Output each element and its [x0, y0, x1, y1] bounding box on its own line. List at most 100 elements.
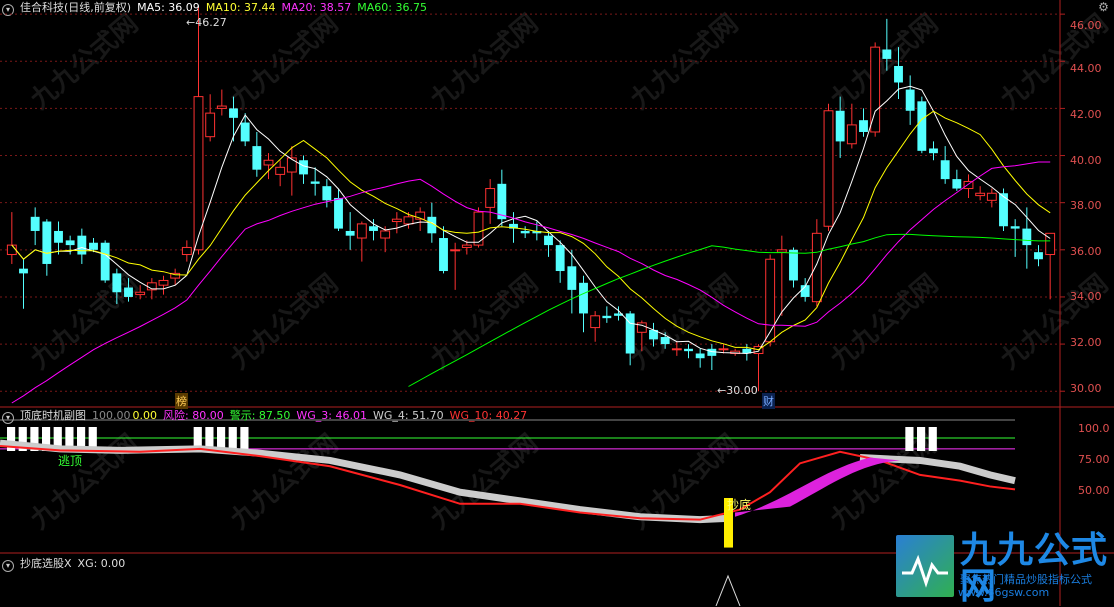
candle-body: [823, 110, 834, 227]
y-tick-30: 30.00: [1070, 382, 1102, 395]
warn-readout: 警示: 87.50: [229, 409, 291, 422]
candle-body: [263, 159, 274, 166]
candle-body: [240, 122, 250, 142]
candle-body: [112, 273, 122, 293]
chevron-down-icon[interactable]: ▾: [2, 560, 14, 572]
third-title: 抄底选股X: [20, 557, 72, 570]
candle-body: [695, 353, 705, 359]
candle-body: [42, 221, 52, 264]
xg-readout: XG: 0.00: [77, 557, 126, 570]
candle-body: [369, 226, 378, 231]
price-chart[interactable]: 九九公式网 九九公式网 九九公式网 九九公式网 九九公式网 九九公式网九九公式网 九九公式网…: [0, 0, 1114, 606]
candle-body: [579, 282, 588, 314]
candle-body: [275, 166, 286, 175]
watermark-text: 九九公式网: [824, 269, 944, 376]
y-tick-42: 42.00: [1070, 108, 1102, 121]
logo-subtitle: 聚焦热门精品炒股指标公式: [960, 573, 1092, 586]
candle-body: [356, 223, 367, 239]
list-tag-badge[interactable]: 榜: [175, 393, 188, 409]
sub-y-tick-100: 100.0: [1078, 422, 1110, 435]
watermark-text: 九九公式网: [424, 9, 544, 116]
candle-body: [660, 337, 670, 345]
candle-body: [811, 232, 822, 303]
candle-body: [252, 146, 262, 170]
low-price-note: ←30.00: [717, 384, 758, 397]
top-signal-bar: [917, 427, 926, 451]
candle-body: [882, 49, 892, 59]
top-signal-bar: [240, 427, 249, 451]
sub-y-tick-50: 50.00: [1078, 484, 1110, 497]
watermark-text: 九九公式网: [224, 9, 344, 116]
candle-body: [380, 230, 391, 239]
y-tick-36: 36.00: [1070, 245, 1102, 258]
candle-body: [986, 192, 997, 201]
candle-body: [718, 348, 729, 351]
candle-body: [77, 235, 87, 255]
candle-body: [859, 120, 868, 132]
candle-body: [310, 181, 320, 184]
wg3-readout: WG_3: 46.01: [296, 409, 367, 422]
candle-body: [975, 192, 986, 197]
candle-body: [124, 287, 133, 297]
candle-body: [89, 242, 98, 250]
logo-mark-icon: [896, 535, 954, 597]
bottom-buy-label: 抄底: [727, 498, 752, 512]
candle-body: [334, 197, 343, 229]
watermark-text: 九九公式网: [24, 9, 144, 116]
candle-body: [391, 218, 402, 223]
third-panel-header: ▾ 抄底选股X XG: 0.00: [0, 556, 131, 572]
logo-url: www.66gsw.com: [958, 586, 1050, 599]
escape-top-label: 逃顶: [58, 454, 83, 468]
candle-body: [917, 101, 927, 151]
candle-body: [520, 230, 530, 234]
candle-body: [555, 245, 565, 272]
signal-arrow-icon: [715, 574, 741, 606]
candle-body: [1022, 228, 1032, 246]
candle-body: [54, 230, 63, 243]
candle-body: [439, 238, 448, 272]
candle-body: [776, 249, 787, 253]
candle-body: [229, 108, 238, 118]
candle-body: [181, 246, 192, 256]
candle-body: [567, 266, 577, 290]
candle-body: [590, 315, 601, 329]
y-tick-46: 46.00: [1070, 19, 1102, 32]
candle-body: [765, 258, 776, 343]
sub-panel-header: ▾ 顶底时机副图 100.00 0.00 风险: 80.00 警示: 87.50 WG_3:…: [0, 408, 533, 424]
watermark-text: 九九公式网: [624, 9, 744, 116]
candle-body: [835, 110, 845, 142]
candle-body: [286, 157, 297, 173]
chevron-down-icon[interactable]: ▾: [2, 412, 14, 424]
candle-body: [544, 235, 553, 246]
y-tick-32: 32.00: [1070, 336, 1102, 349]
top-signal-bar: [928, 427, 937, 451]
top-signal-bar: [228, 427, 237, 451]
candle-body: [19, 268, 28, 274]
candle-body: [299, 160, 308, 175]
candle-body: [789, 249, 798, 281]
watermark-text: 九九公式网: [424, 429, 544, 536]
candle-body: [158, 279, 169, 286]
finance-tag-badge[interactable]: 财: [762, 393, 775, 409]
candle-body: [135, 291, 146, 296]
sub-v1: 100.00: [92, 409, 131, 422]
candle-body: [65, 240, 75, 246]
watermark-text: 九九公式网: [824, 429, 944, 536]
candle-body: [1034, 252, 1043, 260]
candle-body: [461, 244, 472, 248]
high-price-note: ←46.27: [186, 16, 227, 29]
candle-body: [952, 179, 962, 189]
candle-body: [6, 244, 17, 256]
candle-body: [684, 348, 693, 352]
candle-body: [894, 65, 903, 83]
candle-body: [345, 230, 355, 236]
y-tick-40: 40.00: [1070, 154, 1102, 167]
wg4-readout: WG_4: 51.70: [373, 409, 444, 422]
sub-title: 顶底时机副图: [20, 409, 86, 422]
watermark-text: 九九公式网: [224, 269, 344, 376]
y-tick-44: 44.00: [1070, 62, 1102, 75]
candle-body: [905, 89, 915, 111]
watermark-text: 九九公式网: [994, 269, 1114, 376]
candle-body: [846, 124, 857, 145]
risk-readout: 风险: 80.00: [163, 409, 224, 422]
